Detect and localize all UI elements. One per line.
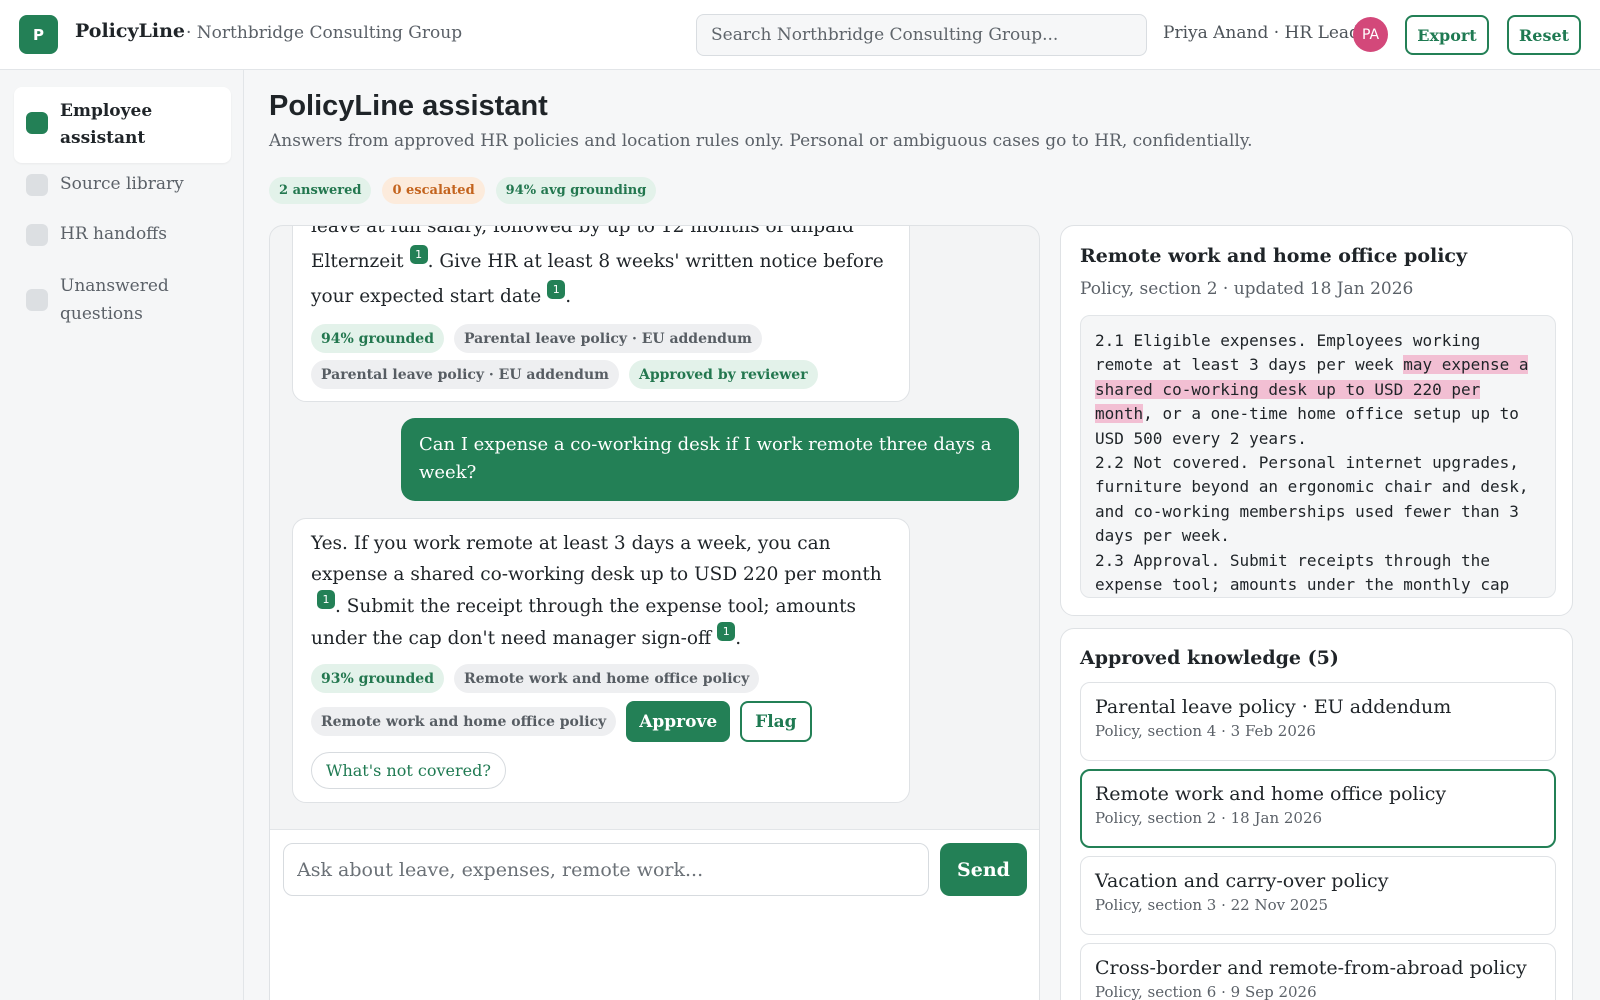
chip-row: 94% grounded Parental leave policy · EU … — [311, 324, 891, 353]
answer-segment: . — [565, 286, 572, 307]
sidebar-item-employee-assistant[interactable]: Employee assistant — [14, 87, 231, 163]
excerpt-text: , or a one-time home office setup up to … — [1095, 404, 1519, 448]
chip-row: Parental leave policy · EU addendum Appr… — [311, 360, 891, 389]
answer-text: Yes. If you work remote at least 3 days … — [311, 528, 891, 654]
approved-status-badge: Approved by reviewer — [628, 360, 818, 389]
nav-dot-icon — [26, 224, 48, 246]
stats-row: 2 answered 0 escalated 94% avg grounding — [269, 177, 657, 204]
knowledge-item-meta: Policy, section 3 · 22 Nov 2025 — [1095, 896, 1329, 914]
chat-panel[interactable]: leave at full salary, followed by up to … — [269, 225, 1040, 1000]
followup-suggestion-button[interactable]: What's not covered? — [311, 752, 506, 789]
sidebar-item-hr-handoffs[interactable]: HR handoffs — [14, 221, 231, 248]
nav-dot-icon — [26, 289, 48, 311]
excerpt-paragraph: 2.3 Approval. Submit receipts through th… — [1095, 550, 1510, 595]
approve-button[interactable]: Approve — [626, 701, 731, 742]
approved-knowledge-card: Approved knowledge (5) Parental leave po… — [1060, 628, 1573, 1000]
knowledge-item-name: Remote work and home office policy — [1095, 783, 1447, 805]
sidebar-item-label: HR handoffs — [60, 224, 167, 244]
sidebar-item-source-library[interactable]: Source library — [14, 171, 231, 198]
source-meta: Policy, section 2 · updated 18 Jan 2026 — [1080, 279, 1414, 299]
sidebar: Employee assistant Source library HR han… — [0, 70, 244, 1000]
knowledge-item-meta: Policy, section 2 · 18 Jan 2026 — [1095, 809, 1323, 827]
source-chip[interactable]: Remote work and home office policy — [454, 664, 760, 693]
source-chip[interactable]: Remote work and home office policy — [311, 707, 617, 736]
knowledge-title: Approved knowledge (5) — [1080, 647, 1339, 669]
answered-badge: 2 answered — [269, 177, 372, 204]
knowledge-item-meta: Policy, section 4 · 3 Feb 2026 — [1095, 722, 1316, 740]
citation-marker[interactable]: 1 — [717, 622, 736, 641]
send-button[interactable]: Send — [940, 843, 1027, 896]
excerpt-paragraph: 2.2 Not covered. Personal internet upgra… — [1095, 453, 1529, 546]
knowledge-item-selected[interactable]: Remote work and home office policy Polic… — [1080, 769, 1556, 848]
excerpt-paragraph: 2.1 Eligible expenses. Employees working… — [1095, 329, 1541, 451]
org-name: · Northbridge Consulting Group — [186, 23, 463, 43]
knowledge-item-name: Parental leave policy · EU addendum — [1095, 696, 1452, 718]
flag-button[interactable]: Flag — [740, 701, 812, 742]
search-input[interactable] — [696, 14, 1147, 56]
nav-dot-icon — [26, 112, 48, 134]
knowledge-item-meta: Policy, section 6 · 9 Sep 2026 — [1095, 983, 1317, 1000]
source-title: Remote work and home office policy — [1080, 245, 1468, 267]
escalated-badge: 0 escalated — [382, 177, 485, 204]
grounded-badge: 94% grounded — [311, 324, 445, 353]
answer-segment: . Submit the receipt through the expense… — [311, 596, 856, 649]
answer-text: leave at full salary, followed by up to … — [311, 226, 891, 314]
sidebar-item-label: Employee assistant — [60, 101, 153, 148]
answer-segment: Yes. If you work remote at least 3 days … — [311, 533, 882, 585]
knowledge-item-name: Cross-border and remote-from-abroad poli… — [1095, 957, 1527, 979]
message-input[interactable] — [283, 843, 929, 896]
knowledge-item[interactable]: Cross-border and remote-from-abroad poli… — [1080, 943, 1556, 1000]
page-subtitle: Answers from approved HR policies and lo… — [269, 131, 1253, 151]
user-message: Can I expense a co-working desk if I wor… — [401, 418, 1019, 501]
sidebar-item-unanswered-questions[interactable]: Unanswered questions — [14, 272, 231, 328]
source-chip[interactable]: Parental leave policy · EU addendum — [454, 324, 762, 353]
source-excerpt[interactable]: 2.1 Eligible expenses. Employees working… — [1080, 315, 1556, 598]
assistant-message: Yes. If you work remote at least 3 days … — [292, 518, 910, 803]
chip-row: Remote work and home office policy Appro… — [311, 701, 891, 742]
nav-dot-icon — [26, 174, 48, 196]
citation-marker[interactable]: 1 — [409, 245, 428, 264]
sidebar-item-label: Unanswered questions — [60, 276, 169, 324]
app-logo[interactable]: P — [19, 15, 58, 54]
knowledge-item[interactable]: Vacation and carry-over policy Policy, s… — [1080, 856, 1556, 935]
grounded-badge: 93% grounded — [311, 664, 445, 693]
sidebar-item-label: Source library — [60, 174, 184, 194]
citation-marker[interactable]: 1 — [317, 590, 335, 609]
source-preview-card: Remote work and home office policy Polic… — [1060, 225, 1573, 616]
page-title: PolicyLine assistant — [269, 90, 548, 122]
chip-row: 93% grounded Remote work and home office… — [311, 664, 891, 693]
grounding-badge: 94% avg grounding — [495, 177, 657, 204]
assistant-message: leave at full salary, followed by up to … — [292, 226, 910, 402]
citation-marker[interactable]: 1 — [547, 280, 566, 299]
message-composer: Send — [270, 829, 1039, 1000]
avatar[interactable]: PA — [1353, 17, 1388, 52]
reset-button[interactable]: Reset — [1507, 15, 1581, 55]
app-name: PolicyLine — [75, 20, 185, 42]
top-bar: P PolicyLine · Northbridge Consulting Gr… — [0, 0, 1600, 70]
knowledge-item-name: Vacation and carry-over policy — [1095, 870, 1389, 892]
answer-segment: . — [735, 628, 742, 649]
followup-row: What's not covered? — [311, 752, 891, 789]
knowledge-item[interactable]: Parental leave policy · EU addendum Poli… — [1080, 682, 1556, 761]
source-chip[interactable]: Parental leave policy · EU addendum — [311, 360, 619, 389]
user-label: Priya Anand · HR Lead — [1163, 23, 1360, 43]
export-button[interactable]: Export — [1405, 15, 1489, 55]
